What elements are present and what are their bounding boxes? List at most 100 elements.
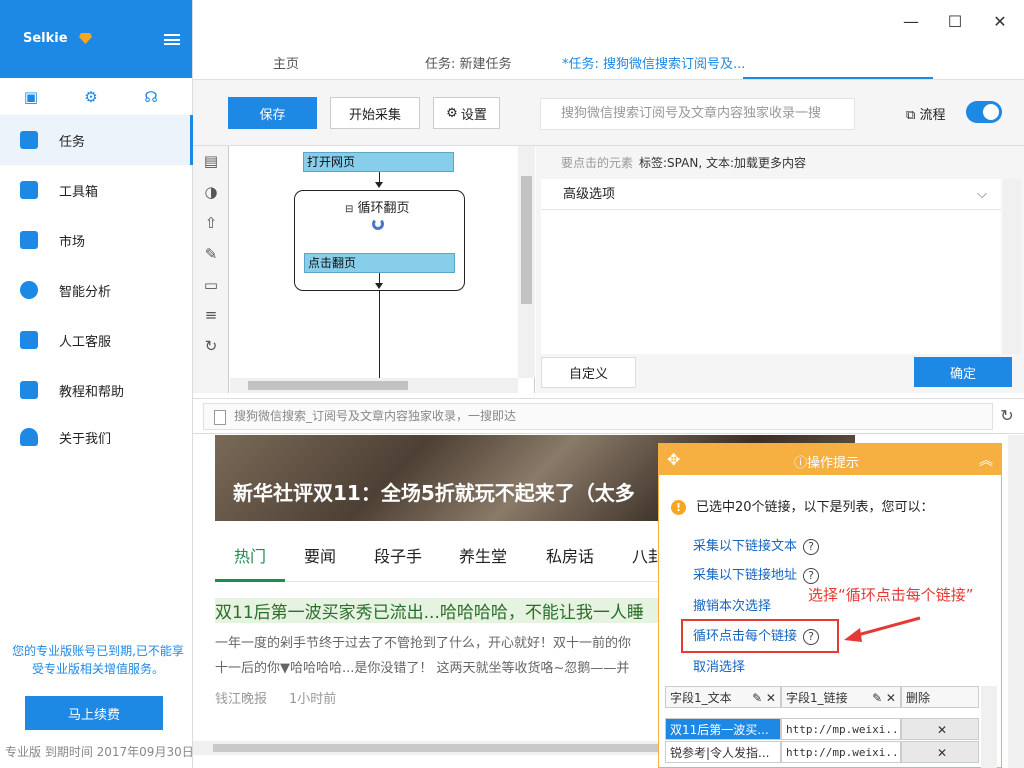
flow-toggle[interactable] — [966, 101, 1002, 123]
table-row[interactable]: 双11后第一波买... http://mp.weixi... ✕ — [665, 718, 979, 740]
tab-home[interactable]: 主页 — [273, 53, 299, 72]
sidebar-item-toolbox[interactable]: 工具箱 — [0, 165, 193, 215]
help-icon[interactable]: ? — [803, 539, 820, 555]
sidebar-item-label: 工具箱 — [59, 184, 99, 200]
web-tab-news[interactable]: 要闻 — [304, 543, 336, 567]
option-cancel[interactable]: 取消选择 — [693, 656, 745, 675]
table-cell[interactable]: 双11后第一波买... — [665, 718, 781, 740]
loop-title-text: 循环翻页 — [357, 201, 410, 216]
column-header[interactable]: 字段1_链接 ✎ ✕ — [781, 686, 901, 708]
table-cell[interactable]: http://mp.weixi... — [781, 741, 901, 763]
version-line: 专业版 到期时间 2017年09月30日 — [5, 745, 194, 759]
web-tab-health[interactable]: 养生堂 — [459, 543, 507, 567]
sidebar-item-about[interactable]: 关于我们 — [0, 412, 193, 462]
column-header[interactable]: 字段1_文本 ✎ ✕ — [665, 686, 781, 708]
task-add-icon[interactable]: ▣ — [22, 88, 40, 106]
move-icon[interactable]: ✥ — [667, 450, 680, 469]
designer-vscroll[interactable] — [518, 146, 535, 378]
menu-icon[interactable] — [164, 34, 180, 45]
web-tab-jokes[interactable]: 段子手 — [374, 543, 422, 567]
web-vscroll[interactable] — [1008, 435, 1024, 768]
tab-sogou-task[interactable]: *任务: 搜狗微信搜索订阅号及... — [562, 53, 745, 72]
gear-icon: ⚙ — [446, 105, 458, 121]
sidebar-item-support[interactable]: 人工客服 — [0, 315, 193, 365]
close-icon[interactable]: ✕ — [990, 12, 1010, 32]
option-label[interactable]: 撤销本次选择 — [693, 599, 771, 614]
expire-notice: 您的专业版账号已到期,已不能享受专业版相关增值服务。 — [12, 644, 184, 676]
edit-icon[interactable]: ✎ ✕ — [872, 687, 896, 707]
option-label[interactable]: 采集以下链接地址 — [693, 568, 797, 583]
save-button[interactable]: 保存 — [228, 97, 317, 129]
export-icon[interactable]: ⇧ — [202, 214, 220, 232]
click-element-info: 要点击的元素 标签:SPAN, 文本:加载更多内容 — [561, 154, 806, 171]
collapse-up-icon[interactable]: ︽ — [979, 450, 993, 470]
toolbox-icon — [20, 181, 38, 199]
scroll-thumb[interactable] — [248, 381, 408, 390]
pie-chart-icon — [20, 281, 38, 299]
title-bar: — ☐ ✕ 主页 任务: 新建任务 *任务: 搜狗微信搜索订阅号及... — [193, 0, 1024, 80]
browser-icon[interactable]: ▤ — [202, 152, 220, 170]
task-name-field[interactable]: 搜狗微信搜索订阅号及文章内容独家收录一搜 — [540, 98, 855, 130]
option-collect-text[interactable]: 采集以下链接文本? — [693, 535, 820, 555]
flow-label: 流程 — [919, 108, 946, 123]
web-tab-private[interactable]: 私房话 — [546, 543, 594, 567]
step-open-page[interactable]: 打开网页 — [303, 152, 454, 172]
maximize-icon[interactable]: ☐ — [945, 12, 965, 32]
minimize-icon[interactable]: — — [901, 12, 921, 32]
custom-button[interactable]: 自定义 — [541, 357, 636, 388]
step-click-next[interactable]: 点击翻页 — [304, 253, 455, 273]
designer-hscroll[interactable] — [230, 378, 518, 393]
edit-icon[interactable]: ✎ ✕ — [752, 687, 776, 707]
table-cell[interactable]: http://mp.weixi... — [781, 718, 901, 740]
option-collect-url[interactable]: 采集以下链接地址? — [693, 564, 820, 584]
scroll-thumb[interactable] — [521, 176, 532, 304]
web-tab-hot[interactable]: 热门 — [234, 543, 266, 567]
tab-new-task[interactable]: 任务: 新建任务 — [425, 53, 512, 72]
delete-row-button[interactable]: ✕ — [901, 718, 979, 740]
operation-tips-panel: ✥ ⓘ操作提示 ︽ ! 已选中20个链接，以下是列表，您可以： 采集以下链接文本?… — [658, 443, 1002, 768]
tips-title: ⓘ操作提示 — [794, 452, 859, 471]
sidebar-item-analysis[interactable]: 智能分析 — [0, 265, 193, 315]
loop-pagination-box[interactable]: ⊟ 循环翻页 点击翻页 — [294, 190, 465, 291]
mouse-icon[interactable]: ◑ — [202, 183, 220, 201]
gear-icon[interactable]: ⚙ — [82, 88, 100, 106]
option-undo[interactable]: 撤销本次选择 — [693, 595, 771, 614]
refresh-icon[interactable]: ↻ — [998, 407, 1016, 425]
confirm-button[interactable]: 确定 — [914, 357, 1012, 387]
flow-canvas[interactable]: 打开网页 ⊟ 循环翻页 点击翻页 — [230, 146, 518, 378]
info-icon: ⓘ — [794, 456, 808, 471]
sidebar-item-market[interactable]: 市场 — [0, 215, 193, 265]
sidebar-item-tasks[interactable]: 任务 — [0, 115, 193, 165]
captcha-icon[interactable]: ▭ — [202, 276, 220, 294]
loop-title: ⊟ 循环翻页 — [345, 197, 410, 216]
annotation-text: 选择“循环点击每个链接” — [808, 586, 974, 604]
element-value: 标签:SPAN, 文本:加载更多内容 — [639, 156, 807, 170]
article-time: 1小时前 — [289, 692, 337, 707]
edit-icon[interactable]: ✎ — [202, 245, 220, 263]
help-icon[interactable]: ? — [803, 568, 820, 584]
table-row[interactable]: 锐参考|令人发指... http://mp.weixi... ✕ — [665, 741, 979, 763]
flow-toggle-label: ⧉ 流程 — [906, 104, 945, 123]
highlight-box — [681, 619, 839, 653]
headset-icon[interactable]: ☊ — [142, 88, 160, 106]
properties-scroll[interactable] — [1003, 179, 1021, 354]
tips-header[interactable]: ✥ ⓘ操作提示 ︽ — [659, 444, 1001, 475]
table-cell[interactable]: 锐参考|令人发指... — [665, 741, 781, 763]
loop-icon[interactable]: ↻ — [202, 337, 220, 355]
element-label: 要点击的元素 — [561, 156, 634, 170]
option-label[interactable]: 采集以下链接文本 — [693, 539, 797, 554]
renew-button[interactable]: 马上续费 — [25, 696, 163, 730]
sidebar-item-help[interactable]: 教程和帮助 — [0, 365, 193, 415]
table-scroll[interactable] — [981, 686, 997, 768]
scroll-thumb[interactable] — [213, 744, 733, 752]
start-collect-button[interactable]: 开始采集 — [330, 97, 420, 129]
option-label[interactable]: 取消选择 — [693, 660, 745, 675]
url-field[interactable]: 搜狗微信搜索_订阅号及文章内容独家收录，一搜即达 — [203, 403, 993, 430]
list-icon[interactable]: ≡ — [202, 306, 220, 324]
active-web-tab-indicator — [215, 579, 285, 582]
advanced-options[interactable]: 高级选项 ⌵ — [541, 179, 1001, 210]
properties-body — [541, 210, 1001, 354]
designer-tools: ▤ ◑ ⇧ ✎ ▭ ≡ ↻ — [193, 146, 229, 393]
settings-button[interactable]: ⚙ 设置 — [433, 97, 500, 129]
delete-row-button[interactable]: ✕ — [901, 741, 979, 763]
